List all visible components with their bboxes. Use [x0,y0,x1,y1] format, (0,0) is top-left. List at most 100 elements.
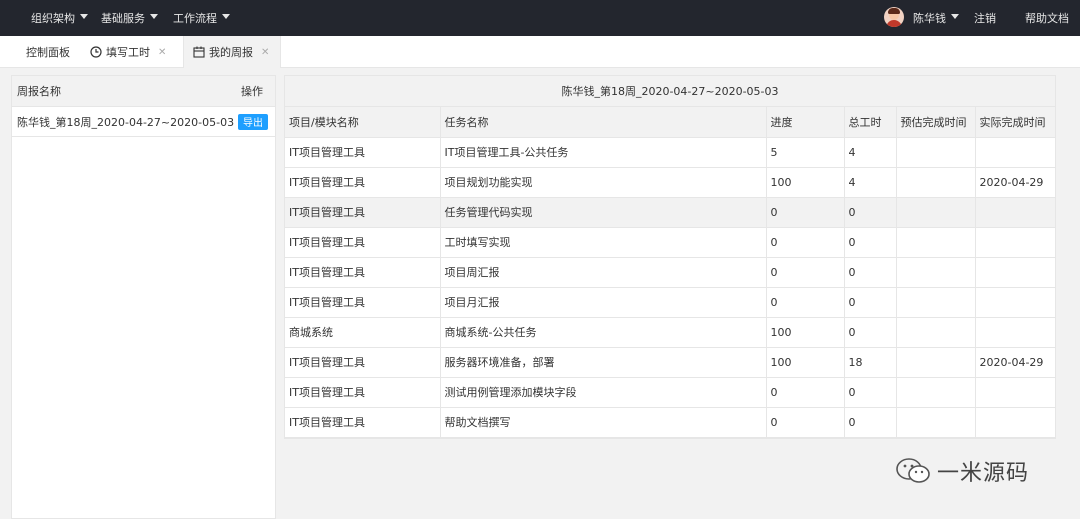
total-hours-cell: 18 [844,347,897,378]
menu-org-structure-label: 组织架构 [31,12,75,25]
task-table: 项目/模块名称 任务名称 进度 总工时 预估完成时间 实际完成时间 IT项目管理… [285,107,1055,438]
wechat-icon [895,457,931,485]
tab-bar: 控制面板 填写工时 ✕ 我的周报 ✕ [0,36,1080,68]
col-progress: 进度 [766,107,845,138]
watermark-text: 一米源码 [937,461,1030,486]
menu-org-structure[interactable]: 组织架构 [31,0,88,36]
table-row[interactable]: IT项目管理工具 测试用例管理添加模块字段 0 0 [285,377,1055,408]
help-docs-link[interactable]: 帮助文档 [1025,0,1069,36]
tab-dashboard-label: 控制面板 [26,46,70,59]
table-row[interactable]: IT项目管理工具 项目月汇报 0 0 [285,287,1055,318]
estimated-finish-cell [896,377,976,408]
actual-finish-cell [975,317,1055,348]
progress-cell: 0 [766,257,845,288]
task-cell: 服务器环境准备，部署 [440,347,767,378]
table-row[interactable]: IT项目管理工具 IT项目管理工具-公共任务 5 4 [285,137,1055,168]
task-cell: 帮助文档撰写 [440,407,767,438]
total-hours-cell: 0 [844,287,897,318]
list-item[interactable]: 陈华钱_第18周_2020-04-27~2020-05-03 导出 [12,107,275,137]
progress-cell: 5 [766,137,845,168]
task-cell: 测试用例管理添加模块字段 [440,377,767,408]
table-header-row: 项目/模块名称 任务名称 进度 总工时 预估完成时间 实际完成时间 [285,107,1055,138]
progress-cell: 0 [766,407,845,438]
project-cell: 商城系统 [285,317,441,348]
tab-dashboard[interactable]: 控制面板 [16,36,80,68]
table-row[interactable]: IT项目管理工具 工时填写实现 0 0 [285,227,1055,258]
col-actual-finish: 实际完成时间 [975,107,1055,138]
progress-cell: 100 [766,167,845,198]
total-hours-cell: 0 [844,197,897,228]
tab-my-weekly-report-label: 我的周报 [209,46,253,59]
progress-cell: 0 [766,197,845,228]
col-project: 项目/模块名称 [285,107,441,138]
tab-fill-hours-label: 填写工时 [106,46,150,59]
project-cell: IT项目管理工具 [285,197,441,228]
top-navbar: 组织架构 基础服务 工作流程 陈华钱 注销 帮助文档 [0,0,1080,36]
calendar-icon [193,46,205,58]
table-row[interactable]: IT项目管理工具 帮助文档撰写 0 0 [285,407,1055,438]
col-task: 任务名称 [440,107,767,138]
caret-down-icon [150,13,158,19]
estimated-finish-cell [896,347,976,378]
report-name: 陈华钱_第18周_2020-04-27~2020-05-03 [17,115,235,129]
project-cell: IT项目管理工具 [285,137,441,168]
total-hours-cell: 0 [844,227,897,258]
total-hours-cell: 4 [844,137,897,168]
task-cell: IT项目管理工具-公共任务 [440,137,767,168]
col-report-name: 周报名称 [17,85,61,98]
table-row[interactable]: IT项目管理工具 项目周汇报 0 0 [285,257,1055,288]
tab-fill-hours[interactable]: 填写工时 ✕ [90,36,180,68]
tab-my-weekly-report[interactable]: 我的周报 ✕ [183,36,281,68]
progress-cell: 0 [766,227,845,258]
report-list-header: 周报名称 操作 [12,76,275,107]
progress-cell: 100 [766,317,845,348]
user-menu[interactable]: 陈华钱 [913,0,959,36]
weekly-report-list: 周报名称 操作 陈华钱_第18周_2020-04-27~2020-05-03 导… [11,75,276,519]
watermark: 一米源码 [895,455,1029,487]
caret-down-icon [222,13,230,19]
menu-basic-services[interactable]: 基础服务 [101,0,158,36]
col-action: 操作 [241,85,263,98]
task-cell: 商城系统-公共任务 [440,317,767,348]
estimated-finish-cell [896,197,976,228]
table-row[interactable]: IT项目管理工具 服务器环境准备，部署 100 18 2020-04-29 [285,347,1055,378]
table-row[interactable]: IT项目管理工具 任务管理代码实现 0 0 [285,197,1055,228]
actual-finish-cell: 2020-04-29 [975,347,1055,378]
export-button[interactable]: 导出 [238,113,268,130]
avatar[interactable] [884,7,904,27]
table-row[interactable]: 商城系统 商城系统-公共任务 100 0 [285,317,1055,348]
report-detail-table: 陈华钱_第18周_2020-04-27~2020-05-03 项目/模块名称 任… [284,75,1056,439]
menu-basic-services-label: 基础服务 [101,12,145,25]
progress-cell: 0 [766,377,845,408]
project-cell: IT项目管理工具 [285,407,441,438]
close-icon[interactable]: ✕ [158,47,166,58]
total-hours-cell: 0 [844,257,897,288]
task-cell: 任务管理代码实现 [440,197,767,228]
col-estimated-finish: 预估完成时间 [896,107,976,138]
project-cell: IT项目管理工具 [285,167,441,198]
task-cell: 工时填写实现 [440,227,767,258]
close-icon[interactable]: ✕ [261,47,269,58]
user-name: 陈华钱 [913,12,946,25]
menu-workflow[interactable]: 工作流程 [173,0,230,36]
actual-finish-cell [975,377,1055,408]
menu-workflow-label: 工作流程 [173,12,217,25]
estimated-finish-cell [896,407,976,438]
progress-cell: 0 [766,287,845,318]
col-total-hours: 总工时 [844,107,897,138]
project-cell: IT项目管理工具 [285,347,441,378]
logout-link[interactable]: 注销 [974,0,996,36]
actual-finish-cell [975,137,1055,168]
total-hours-cell: 4 [844,167,897,198]
estimated-finish-cell [896,227,976,258]
actual-finish-cell [975,287,1055,318]
actual-finish-cell [975,257,1055,288]
table-row[interactable]: IT项目管理工具 项目规划功能实现 100 4 2020-04-29 [285,167,1055,198]
estimated-finish-cell [896,137,976,168]
actual-finish-cell [975,227,1055,258]
project-cell: IT项目管理工具 [285,287,441,318]
total-hours-cell: 0 [844,407,897,438]
caret-down-icon [951,13,959,19]
estimated-finish-cell [896,317,976,348]
actual-finish-cell: 2020-04-29 [975,167,1055,198]
